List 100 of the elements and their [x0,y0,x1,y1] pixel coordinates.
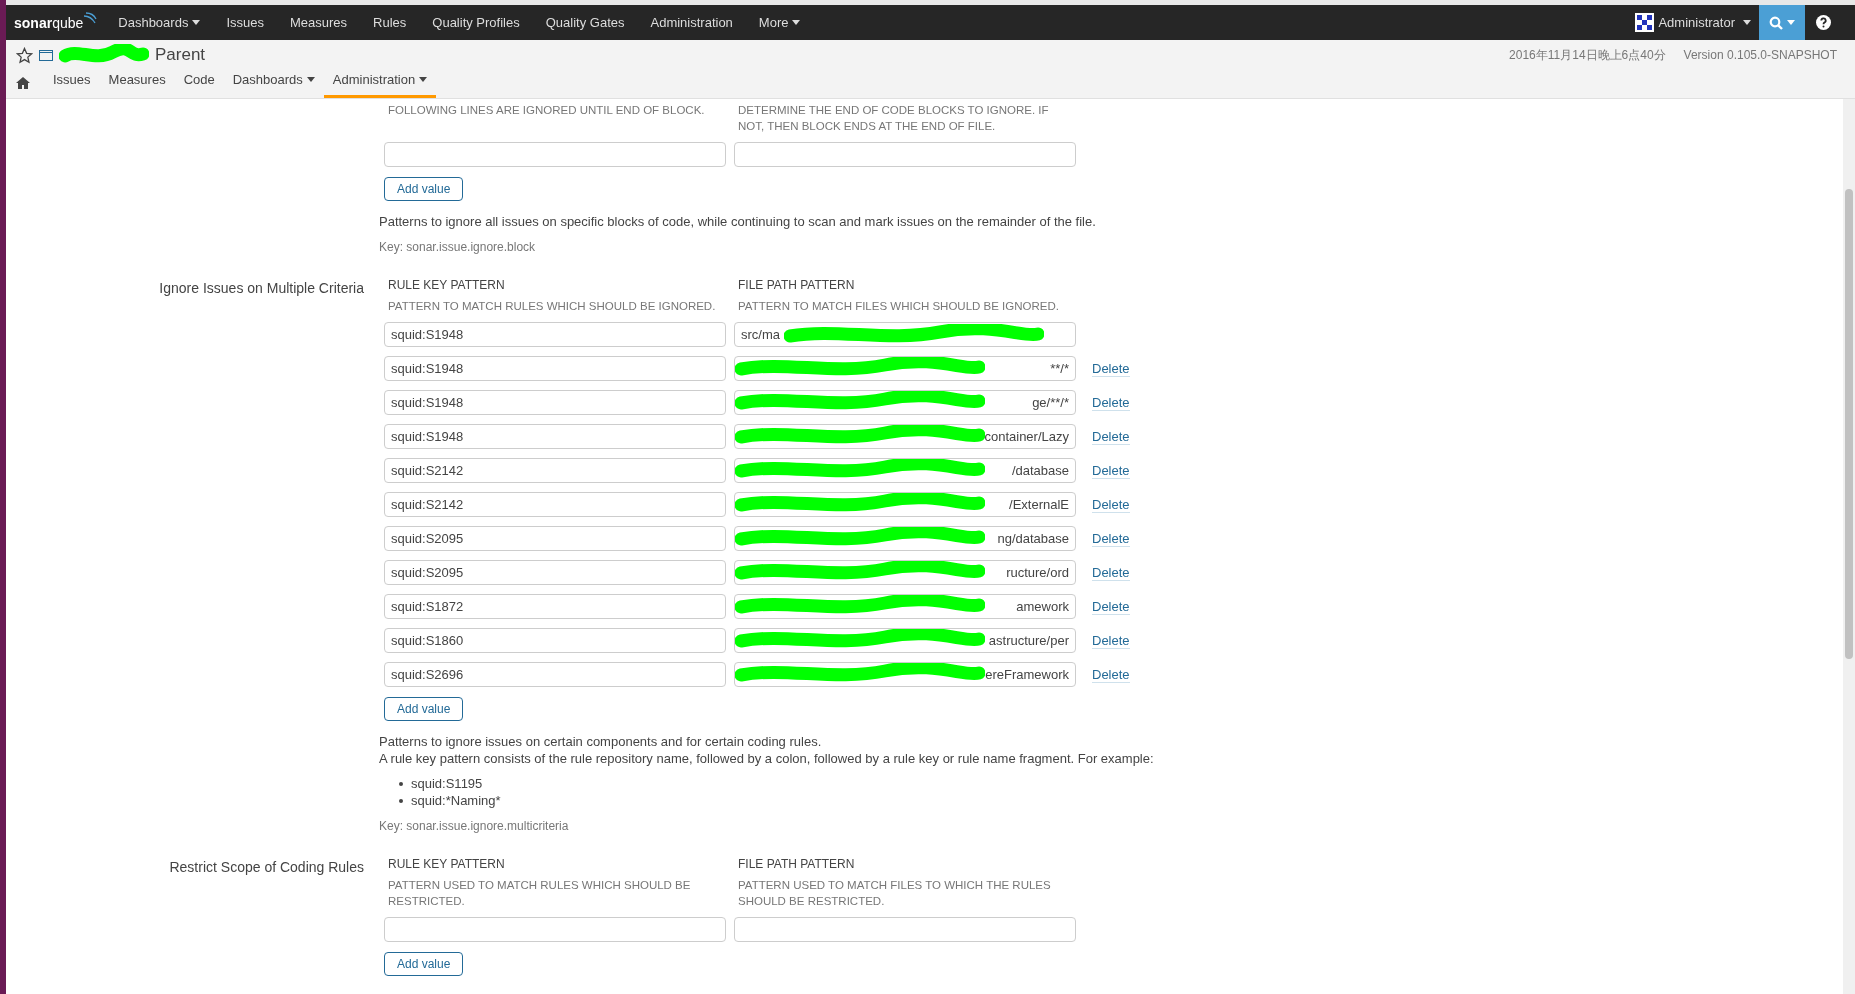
project-tab[interactable]: Issues [44,69,100,98]
input-field[interactable]: amework [734,594,1076,619]
project-tab[interactable]: Administration [323,69,437,98]
field-value: src/ma [741,325,780,344]
delete-link[interactable]: Delete [1092,666,1130,683]
delete-link[interactable]: Delete [1092,598,1130,615]
project-tab[interactable]: Measures [99,69,175,98]
input-field[interactable]: ructure/ord [734,560,1076,585]
column-description: FOLLOWING LINES ARE IGNORED UNTIL END OF BLOCK. [388,103,706,118]
setting-description: A rule key pattern consists of the rule repository name, followed by a colon, followed by a rule key or rule name fragment. For example: [379,750,1154,767]
input-field[interactable]: squid:S2095 [384,560,726,585]
project-icon [39,49,53,61]
column-header: RULE KEY PATTERN [388,856,506,873]
field-value: amework [1016,597,1069,616]
field-value: container/Lazy [984,427,1069,446]
star-icon[interactable] [16,46,33,64]
input-field[interactable]: **/* [734,356,1076,381]
input-field[interactable]: squid:S1872 [384,594,726,619]
delete-link[interactable]: Delete [1092,564,1130,581]
input-field[interactable]: squid:S1948 [384,322,726,347]
help-icon [1815,15,1831,30]
input-field[interactable] [734,917,1076,942]
input-field[interactable]: /database [734,458,1076,483]
input-field[interactable]: src/ma [734,322,1076,347]
logo-text: sonarqube [14,13,84,33]
input-field[interactable] [384,142,726,167]
nav-item[interactable]: Measures [276,12,361,33]
field-value: **/* [1050,359,1069,378]
bullet-icon [399,798,403,803]
caret-icon [792,20,801,25]
caret-icon [306,76,315,82]
input-field[interactable]: container/Lazy [734,424,1076,449]
field-value: ge/**/* [1032,393,1069,412]
column-header: FILE PATH PATTERN [738,856,856,873]
delete-link[interactable]: Delete [1092,462,1130,479]
field-value: squid:S2142 [391,495,464,514]
input-field[interactable]: ng/database [734,526,1076,551]
add-value-button[interactable]: Add value [384,177,464,201]
nav-item[interactable]: Rules [360,12,420,33]
nav-item[interactable]: Quality Gates [532,12,638,33]
example-text: squid:S1195 [411,775,483,792]
setting-description: Patterns to ignore all issues on specific blocks of code, while continuing to scan and mark issues on the remainder of the file. [379,213,1096,230]
input-field[interactable]: ge/**/* [734,390,1076,415]
input-field[interactable]: /ExternalE [734,492,1076,517]
logo-arc-icon [83,11,98,24]
column-description: PATTERN USED TO MATCH RULES WHICH SHOULD BE RESTRICTED. [388,878,692,909]
column-header: RULE KEY PATTERN [388,277,506,294]
input-field[interactable]: squid:S1948 [384,424,726,449]
nav-item[interactable]: Quality Profiles [419,12,533,33]
nav-item[interactable]: Dashboards [105,12,214,33]
input-field[interactable]: squid:S1948 [384,356,726,381]
user-name: Administrator [1658,13,1735,32]
avatar-icon [1635,13,1655,32]
nav-item[interactable]: Issues [213,12,277,33]
input-field[interactable]: squid:S2142 [384,458,726,483]
setting-label: Restrict Scope of Coding Rules [169,858,364,877]
column-description: PATTERN USED TO MATCH FILES TO WHICH THE RULES SHOULD BE RESTRICTED. [738,878,1052,909]
add-value-button[interactable]: Add value [384,952,464,976]
setting-key: Key: sonar.issue.ignore.multicriteria [379,809,1154,835]
column-description: DETERMINE THE END OF CODE BLOCKS TO IGNORE. IF NOT, THEN BLOCK ENDS AT THE END OF FILE. [738,103,1050,134]
field-value: squid:S2095 [391,563,464,582]
search-icon [1769,15,1783,30]
input-field[interactable]: ereFramework [734,662,1076,687]
input-field[interactable]: squid:S2696 [384,662,726,687]
field-value: /ExternalE [1009,495,1069,514]
input-field[interactable] [384,917,726,942]
user-menu[interactable]: Administrator [1627,12,1759,33]
column-header: FILE PATH PATTERN [738,277,856,294]
setting-key: Key: sonar.issue.ignore.block [379,230,1096,256]
input-field[interactable]: squid:S1860 [384,628,726,653]
bullet-icon [399,781,403,786]
field-value: squid:S1860 [391,631,464,650]
input-field[interactable]: astructure/per [734,628,1076,653]
scrollbar[interactable] [1843,99,1855,994]
field-value: squid:S2095 [391,529,464,548]
delete-link[interactable]: Delete [1092,394,1130,411]
input-field[interactable]: squid:S1948 [384,390,726,415]
nav-item[interactable]: Administration [637,12,746,33]
input-field[interactable] [734,142,1076,167]
delete-link[interactable]: Delete [1092,360,1130,377]
column-description: PATTERN TO MATCH FILES WHICH SHOULD BE IGNORED. [738,299,1060,314]
project-tab[interactable]: Code [174,69,224,98]
column-description: PATTERN TO MATCH RULES WHICH SHOULD BE IGNORED. [388,299,717,314]
delete-link[interactable]: Delete [1092,530,1130,547]
input-field[interactable]: squid:S2095 [384,526,726,551]
field-value: ructure/ord [1006,563,1069,582]
project-tab[interactable]: Dashboards [223,69,324,98]
field-value: squid:S2142 [391,461,464,480]
field-value: squid:S1948 [391,427,464,446]
nav-item[interactable]: More [745,12,814,33]
delete-link[interactable]: Delete [1092,428,1130,445]
sonarqube-logo[interactable]: sonarqube [6,11,106,34]
delete-link[interactable]: Delete [1092,632,1130,649]
add-value-button[interactable]: Add value [384,697,464,721]
field-value: /database [1011,461,1069,480]
home-icon[interactable] [16,77,30,89]
input-field[interactable]: squid:S2142 [384,492,726,517]
field-value: squid:S1948 [391,359,464,378]
delete-link[interactable]: Delete [1092,496,1130,513]
analysis-date: 2016年11月14日晚上6点40分 [1509,47,1666,64]
